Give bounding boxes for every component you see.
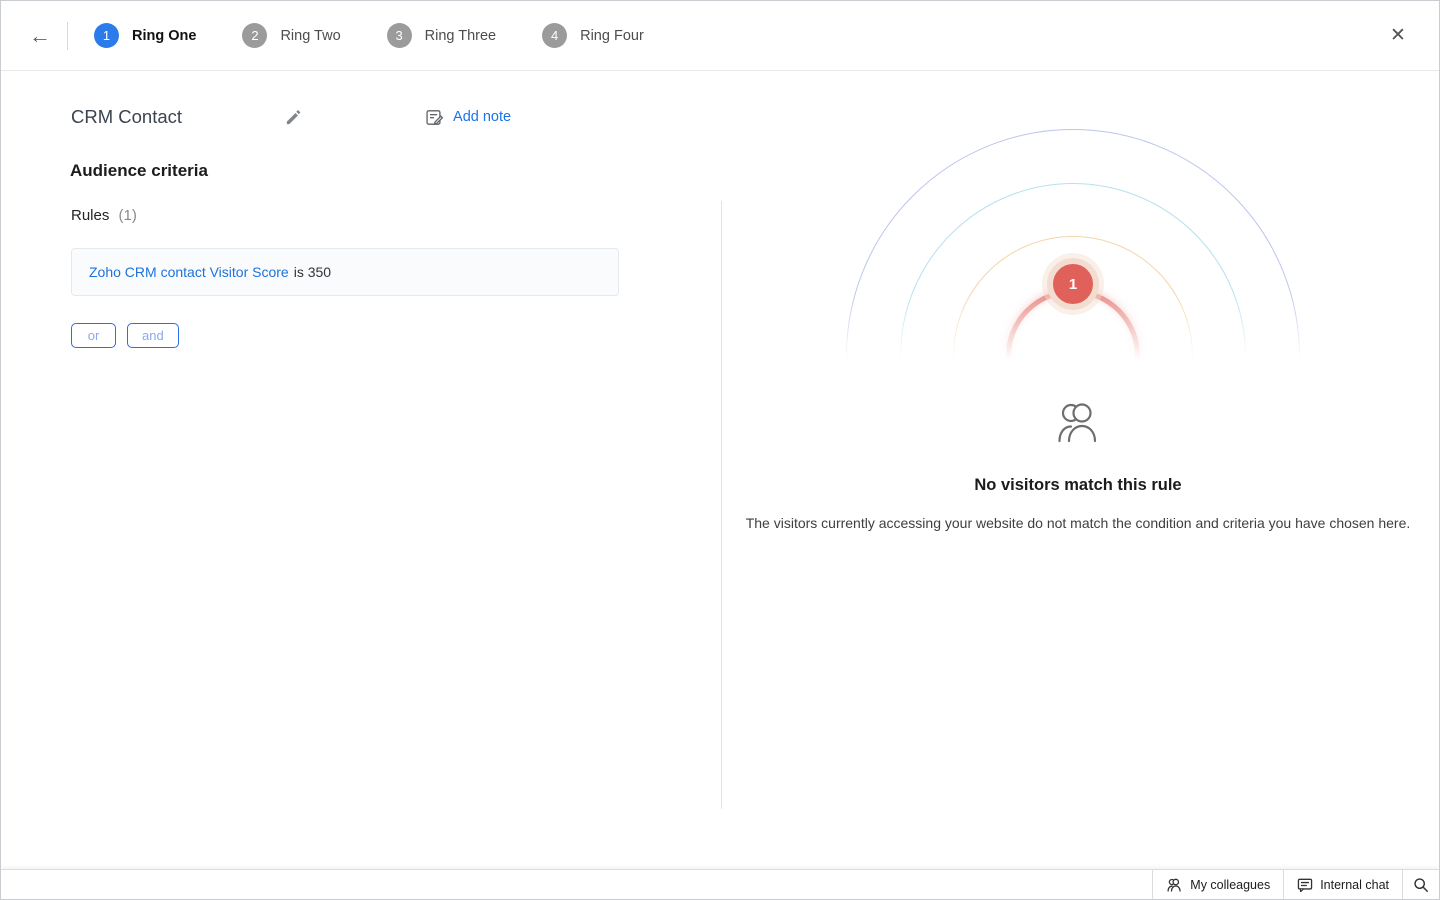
rule-condition: is 350 — [293, 264, 332, 280]
empty-state-description: The visitors currently accessing your we… — [745, 515, 1411, 531]
chat-icon — [1297, 878, 1313, 892]
title-row: CRM Contact Add note — [71, 106, 631, 128]
step-number: 2 — [242, 23, 268, 48]
add-note-label: Add note — [453, 109, 512, 125]
add-note-button[interactable]: Add note — [425, 108, 511, 127]
rules-label: Rules — [71, 207, 110, 224]
section-heading: Audience criteria — [70, 161, 208, 180]
edit-title-button[interactable] — [284, 106, 303, 128]
step-number: 4 — [542, 23, 568, 48]
rules-count: (1) — [118, 207, 137, 224]
step-label: Ring Three — [424, 27, 497, 44]
step-label: Ring Two — [280, 27, 341, 44]
stepper: 1 Ring One 2 Ring Two 3 Ring Three 4 Ring Four — [94, 23, 644, 48]
step-ring-two[interactable]: 2 Ring Two — [242, 23, 341, 48]
internal-chat-label: Internal chat — [1320, 877, 1389, 892]
step-ring-one[interactable]: 1 Ring One — [94, 23, 196, 48]
ring-setup-window: ← 1 Ring One 2 Ring Two 3 Ring Three 4 Ring Fou… — [0, 0, 1440, 900]
visitors-icon — [1058, 403, 1097, 443]
step-ring-four[interactable]: 4 Ring Four — [542, 23, 644, 48]
pencil-icon — [286, 109, 301, 124]
rule-field-link[interactable]: Zoho CRM contact Visitor Score — [89, 264, 289, 280]
logic-buttons: or and — [71, 323, 179, 348]
page-title: CRM Contact — [71, 106, 183, 127]
colleagues-icon — [1167, 878, 1181, 892]
rules-row: Rules (1) — [71, 207, 137, 224]
top-bar: ← 1 Ring One 2 Ring Two 3 Ring Three 4 Ring Fou… — [1, 1, 1439, 71]
my-colleagues-label: My colleagues — [1190, 877, 1271, 892]
empty-state: No visitors match this rule The visitors… — [722, 401, 1434, 531]
add-note-icon — [426, 109, 444, 125]
search-icon — [1414, 877, 1428, 892]
rule-card[interactable]: Zoho CRM contact Visitor Score is 350 — [71, 248, 619, 296]
step-label: Ring One — [132, 27, 197, 44]
empty-state-title: No visitors match this rule — [974, 476, 1182, 494]
step-number: 3 — [386, 23, 412, 48]
step-label: Ring Four — [580, 27, 644, 44]
my-colleagues-button[interactable]: My colleagues — [1152, 870, 1284, 899]
back-button[interactable]: ← — [25, 21, 55, 51]
internal-chat-button[interactable]: Internal chat — [1283, 870, 1402, 899]
or-button[interactable]: or — [71, 323, 116, 348]
close-button[interactable]: ✕ — [1383, 21, 1413, 51]
ring-one-badge: 1 — [1047, 258, 1099, 310]
rings-visualization — [722, 71, 1439, 583]
step-ring-three[interactable]: 3 Ring Three — [386, 23, 497, 48]
ring-one-badge-count: 1 — [1068, 275, 1078, 293]
step-number: 1 — [94, 23, 119, 48]
audience-criteria-panel: CRM Contact Add note Audience criteria R… — [1, 71, 721, 869]
search-button[interactable] — [1402, 870, 1439, 899]
and-button[interactable]: and — [127, 323, 179, 348]
header-divider — [67, 21, 68, 50]
bottom-bar: My colleagues Internal chat — [1, 869, 1439, 899]
